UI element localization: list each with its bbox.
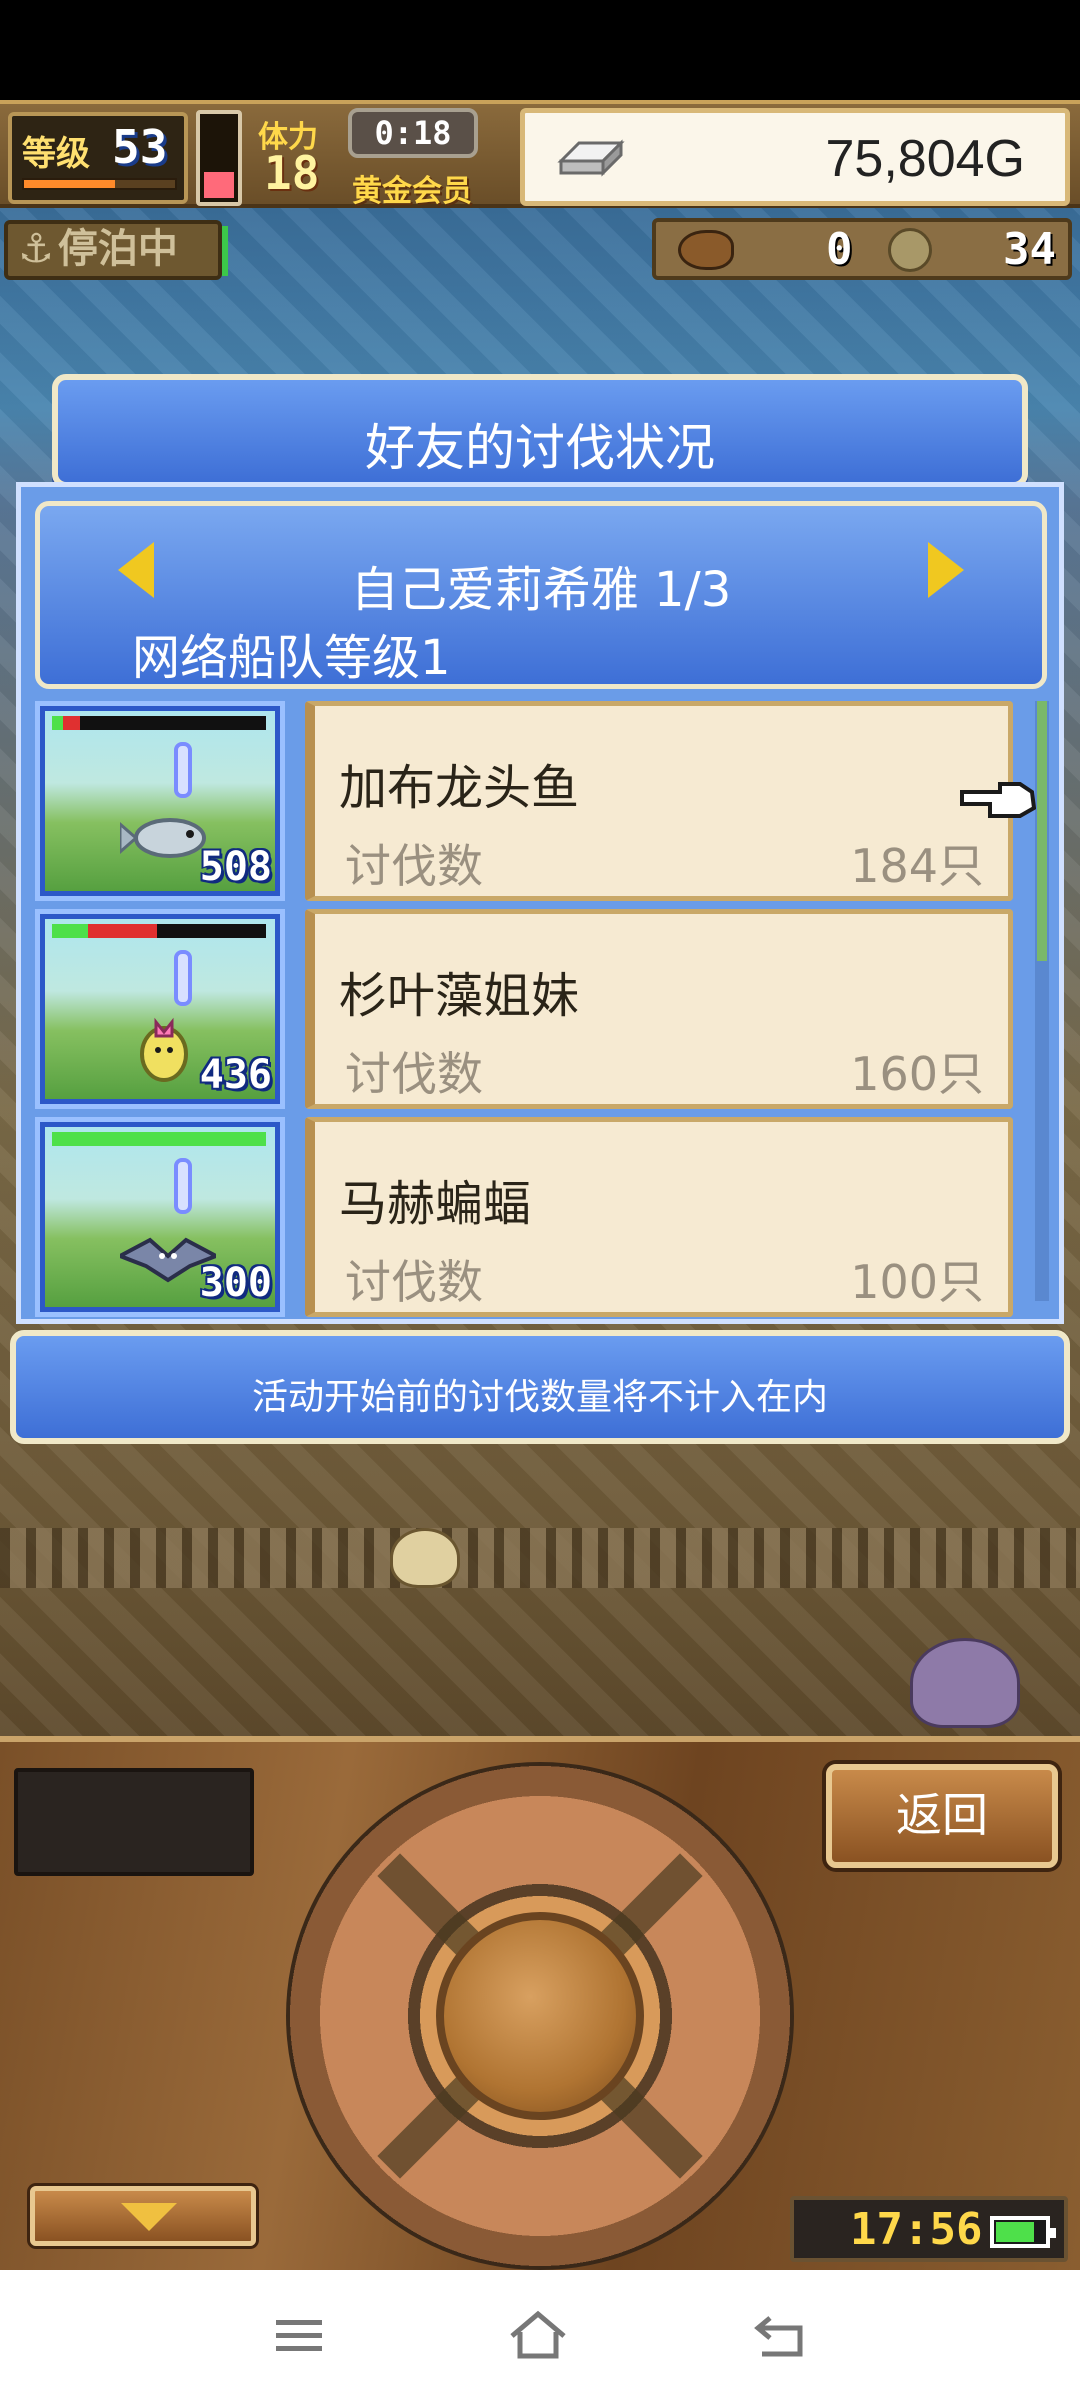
stamina-gauge [196, 110, 242, 206]
list-scrollbar[interactable] [1035, 701, 1049, 1301]
kill-count-label: 讨伐数 [345, 1255, 483, 1309]
deck-railing [0, 1528, 1080, 1588]
list-item[interactable]: 436 杉叶藻姐妹 讨伐数 160只 [35, 909, 1047, 1109]
bait-icon [678, 230, 734, 270]
list-item[interactable]: 300 马赫蝙蝠 讨伐数 100只 [35, 1117, 1047, 1317]
monster-list[interactable]: 508 加布龙头鱼 讨伐数 184只 436 杉叶藻姐妹 讨伐数 160只 30… [35, 701, 1047, 1317]
money-panel: 75,804G [520, 108, 1070, 206]
xp-bar [22, 178, 177, 190]
event-note-bar: 活动开始前的讨伐数量将不计入在内 [10, 1330, 1070, 1444]
monster-name: 杉叶藻姐妹 [339, 968, 580, 1024]
chevron-down-icon [121, 2203, 177, 2231]
back-button[interactable]: 返回 [826, 1764, 1058, 1868]
hp-bar [52, 716, 266, 730]
dialog-title-bar: 好友的讨伐状况 [52, 374, 1028, 488]
kill-count-label: 讨伐数 [345, 839, 483, 893]
player-header: 自己爱莉希雅 1/3 网络船队等级1 [35, 501, 1047, 689]
monster-level-badge: 508 [199, 844, 272, 890]
monster-info-card: 杉叶藻姐妹 讨伐数 160只 [305, 909, 1013, 1109]
exclamation-icon [174, 1158, 192, 1214]
status-bar-area [0, 0, 1080, 100]
monster-name: 加布龙头鱼 [339, 760, 580, 816]
back-icon[interactable] [748, 2306, 812, 2366]
player-level-panel: 等级 53 [8, 112, 188, 204]
pointing-hand-icon [960, 782, 1036, 818]
kill-count-value: 160只 [850, 1047, 984, 1101]
anchor-status-badge: ⚓ 停泊中 [4, 220, 228, 280]
fleet-level: 网络船队等级1 [132, 630, 451, 686]
stamina-panel: 体力 18 0:18 黄金会员 [252, 108, 492, 209]
stamina-timer: 0:18 [348, 108, 478, 158]
battery-icon [990, 2216, 1056, 2248]
money-value: 75,804G [825, 130, 1026, 188]
dpad-center-button[interactable] [436, 1912, 644, 2120]
silver-ingot-icon [557, 139, 625, 177]
medal-count: 34 [1003, 224, 1056, 275]
dialog-title: 好友的讨伐状况 [365, 419, 715, 477]
kill-count-value: 184只 [850, 839, 984, 893]
monster-level-badge: 300 [199, 1260, 272, 1306]
monster-info-card: 加布龙头鱼 讨伐数 184只 [305, 701, 1013, 901]
player-name-page: 自己爱莉希雅 1/3 [350, 562, 732, 618]
clock-battery-display: 17:56 [790, 2196, 1068, 2262]
monster-info-card: 马赫蝙蝠 讨伐数 100只 [305, 1117, 1013, 1317]
clock-time: 17:56 [850, 2204, 983, 2255]
kill-count-label: 讨伐数 [345, 1047, 483, 1101]
system-navigation-bar [0, 2270, 1080, 2400]
kill-count-value: 100只 [850, 1255, 984, 1309]
hp-bar [52, 924, 266, 938]
empty-slot [14, 1768, 254, 1876]
secondary-hud: ⚓ 停泊中 0 34 [0, 212, 1080, 282]
gold-member-label: 黄金会员 [352, 174, 472, 209]
monster-thumbnail: 436 [35, 909, 285, 1109]
hp-bar [52, 1132, 266, 1146]
monster-name: 马赫蝙蝠 [339, 1176, 532, 1232]
level-value: 53 [112, 120, 168, 174]
directional-pad[interactable] [286, 1762, 794, 2270]
friend-hunt-panel: 自己爱莉希雅 1/3 网络船队等级1 508 加布龙头鱼 讨伐数 184只 43… [16, 482, 1064, 1324]
monster-level-badge: 436 [199, 1052, 272, 1098]
monster-thumbnail: 300 [35, 1117, 285, 1317]
exclamation-icon [174, 950, 192, 1006]
menu-icon[interactable] [268, 2306, 332, 2366]
level-label: 等级 [22, 134, 90, 174]
anchor-icon: ⚓ [18, 226, 54, 272]
menu-toggle-button[interactable] [30, 2186, 256, 2246]
event-note-text: 活动开始前的讨伐数量将不计入在内 [251, 1377, 828, 1418]
treasure-bag-icon[interactable] [390, 1528, 460, 1588]
anchor-status-label: 停泊中 [57, 226, 178, 272]
list-item[interactable]: 508 加布龙头鱼 讨伐数 184只 [35, 701, 1047, 901]
back-button-label: 返回 [896, 1788, 988, 1842]
medal-icon [888, 228, 932, 272]
octopus-creature-sprite [910, 1638, 1020, 1728]
home-icon[interactable] [506, 2306, 570, 2366]
item-counter-panel: 0 34 [652, 218, 1072, 280]
next-page-arrow-icon[interactable] [928, 542, 964, 598]
anchor-status-indicator [222, 226, 228, 276]
monster-thumbnail: 508 [35, 701, 285, 901]
stamina-value: 18 [264, 146, 320, 200]
bait-count: 0 [826, 224, 853, 275]
control-panel: 返回 17:56 [0, 1736, 1080, 2270]
top-hud: 等级 53 体力 18 0:18 黄金会员 75,804G [0, 100, 1080, 209]
exclamation-icon [174, 742, 192, 798]
scrollbar-thumb[interactable] [1037, 701, 1047, 961]
